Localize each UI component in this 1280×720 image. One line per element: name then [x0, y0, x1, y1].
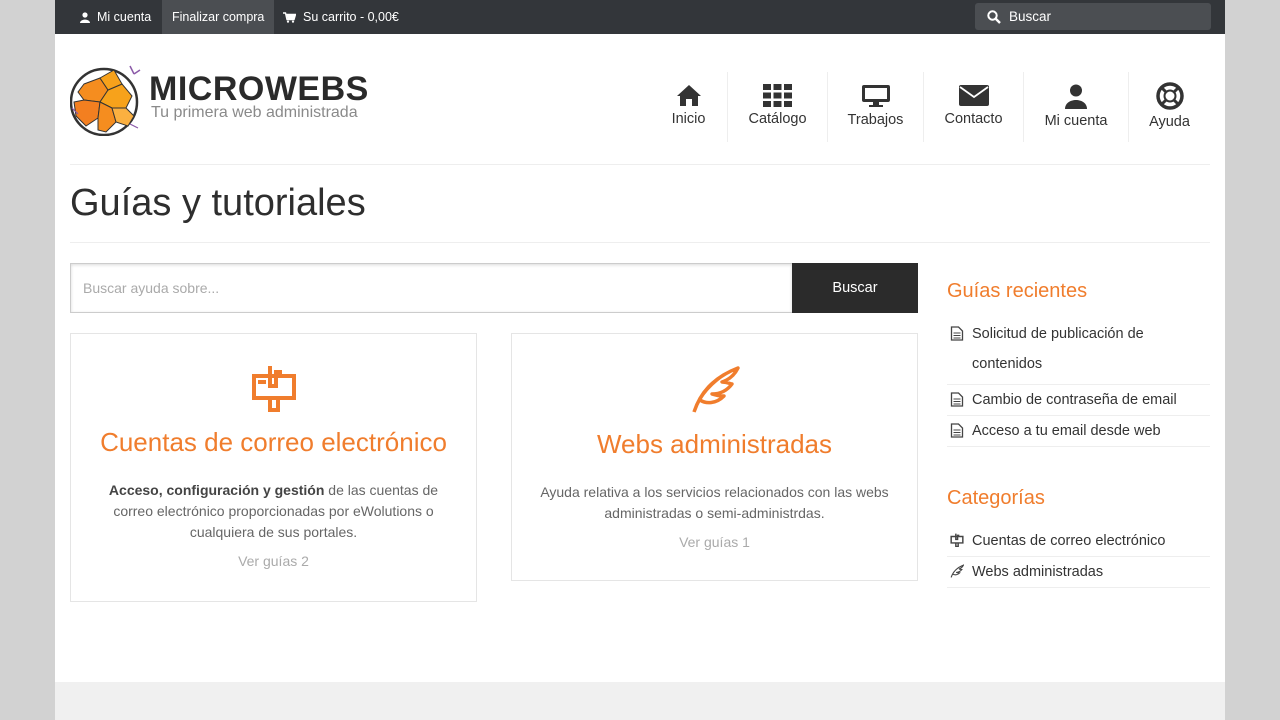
recent-guides-list: Solicitud de publicación de contenidos C…	[947, 319, 1210, 447]
user-icon	[80, 11, 90, 23]
category-item[interactable]: Webs administradas	[947, 557, 1210, 588]
category-label: Cuentas de correo electrónico	[972, 533, 1166, 549]
card-description: Ayuda relativa a los servicios relaciona…	[540, 484, 889, 521]
recent-guide-label: Acceso a tu email desde web	[972, 423, 1161, 439]
brand-logo[interactable]	[69, 64, 142, 141]
card-title[interactable]: Webs administradas	[512, 429, 917, 460]
help-search-button[interactable]: Buscar	[792, 263, 918, 313]
document-icon	[950, 392, 964, 407]
nav-item-ayuda[interactable]: Ayuda	[1128, 72, 1210, 142]
envelope-icon	[958, 85, 989, 106]
nav-label: Contacto	[944, 111, 1003, 127]
recent-guide-item[interactable]: Cambio de contraseña de email	[947, 385, 1210, 416]
nav-label: Ayuda	[1149, 114, 1190, 130]
card-title[interactable]: Cuentas de correo electrónico	[71, 427, 476, 458]
category-item[interactable]: Cuentas de correo electrónico	[947, 526, 1210, 557]
categories-list: Cuentas de correo electrónico Webs admin…	[947, 526, 1210, 588]
nav-label: Trabajos	[847, 112, 904, 128]
recent-guide-item[interactable]: Acceso a tu email desde web	[947, 416, 1210, 447]
life-ring-icon	[1155, 82, 1184, 110]
site-header: MICROWEBS Tu primera web administrada In…	[69, 34, 1210, 165]
user-icon	[1065, 84, 1087, 109]
recent-guide-label: Solicitud de publicación de contenidos	[972, 326, 1144, 372]
nav-label: Mi cuenta	[1044, 113, 1108, 129]
nav-item-trabajos[interactable]: Trabajos	[827, 72, 923, 142]
help-search-input[interactable]	[70, 263, 792, 313]
page-title: Guías y tutoriales	[70, 182, 366, 224]
category-card-email[interactable]: Cuentas de correo electrónico Acceso, co…	[70, 333, 477, 602]
cart-icon	[283, 11, 296, 23]
main-nav: Inicio Catálogo Trabajos Contacto Mi cue…	[650, 72, 1210, 142]
nav-item-mi-cuenta[interactable]: Mi cuenta	[1023, 72, 1128, 142]
home-icon	[676, 85, 701, 106]
footer	[55, 682, 1225, 720]
nav-item-catalogo[interactable]: Catálogo	[727, 72, 827, 142]
top-bar: Mi cuenta Finalizar compra Su carrito - …	[55, 0, 1225, 34]
feather-icon	[950, 564, 964, 578]
checkout-label: Finalizar compra	[172, 10, 265, 24]
category-label: Webs administradas	[972, 564, 1104, 580]
category-card-webs[interactable]: Webs administradas Ayuda relativa a los …	[511, 333, 918, 581]
nav-label: Inicio	[671, 111, 706, 127]
honeycomb-logo-icon	[69, 65, 141, 137]
my-account-label: Mi cuenta	[97, 10, 152, 24]
sidebar: Guías recientes Solicitud de publicación…	[947, 280, 1210, 628]
nav-label: Catálogo	[748, 111, 807, 127]
recent-guide-item[interactable]: Solicitud de publicación de contenidos	[947, 319, 1210, 385]
card-description: Acceso, configuración y gestión de las c…	[91, 480, 456, 543]
nav-item-inicio[interactable]: Inicio	[650, 72, 727, 142]
brand-subtitle: Tu primera web administrada	[151, 104, 358, 121]
search-icon[interactable]	[987, 9, 1001, 24]
mailbox-icon	[950, 533, 964, 547]
recent-guide-label: Cambio de contraseña de email	[972, 392, 1177, 408]
help-search: Buscar	[70, 263, 918, 313]
feather-icon	[691, 366, 740, 413]
nav-item-contacto[interactable]: Contacto	[923, 72, 1023, 142]
card-description-bold: Acceso, configuración y gestión	[108, 482, 325, 498]
cart-link[interactable]: Su carrito - 0,00€	[283, 0, 399, 34]
divider	[70, 242, 1210, 243]
document-icon	[950, 423, 964, 438]
cart-label: Su carrito - 0,00€	[303, 10, 399, 24]
page: Mi cuenta Finalizar compra Su carrito - …	[55, 0, 1225, 720]
top-search	[975, 3, 1211, 30]
card-guides-link[interactable]: Ver guías 1	[512, 534, 917, 550]
grid-icon	[763, 84, 792, 107]
categories-heading: Categorías	[947, 487, 1045, 509]
recent-guides-heading: Guías recientes	[947, 280, 1088, 302]
document-icon	[950, 326, 964, 341]
checkout-link[interactable]: Finalizar compra	[162, 0, 275, 34]
top-search-input[interactable]	[1009, 9, 1199, 24]
desktop-icon	[861, 85, 890, 107]
mailbox-icon	[251, 366, 296, 412]
my-account-link[interactable]: Mi cuenta	[80, 0, 151, 34]
card-guides-link[interactable]: Ver guías 2	[71, 553, 476, 569]
